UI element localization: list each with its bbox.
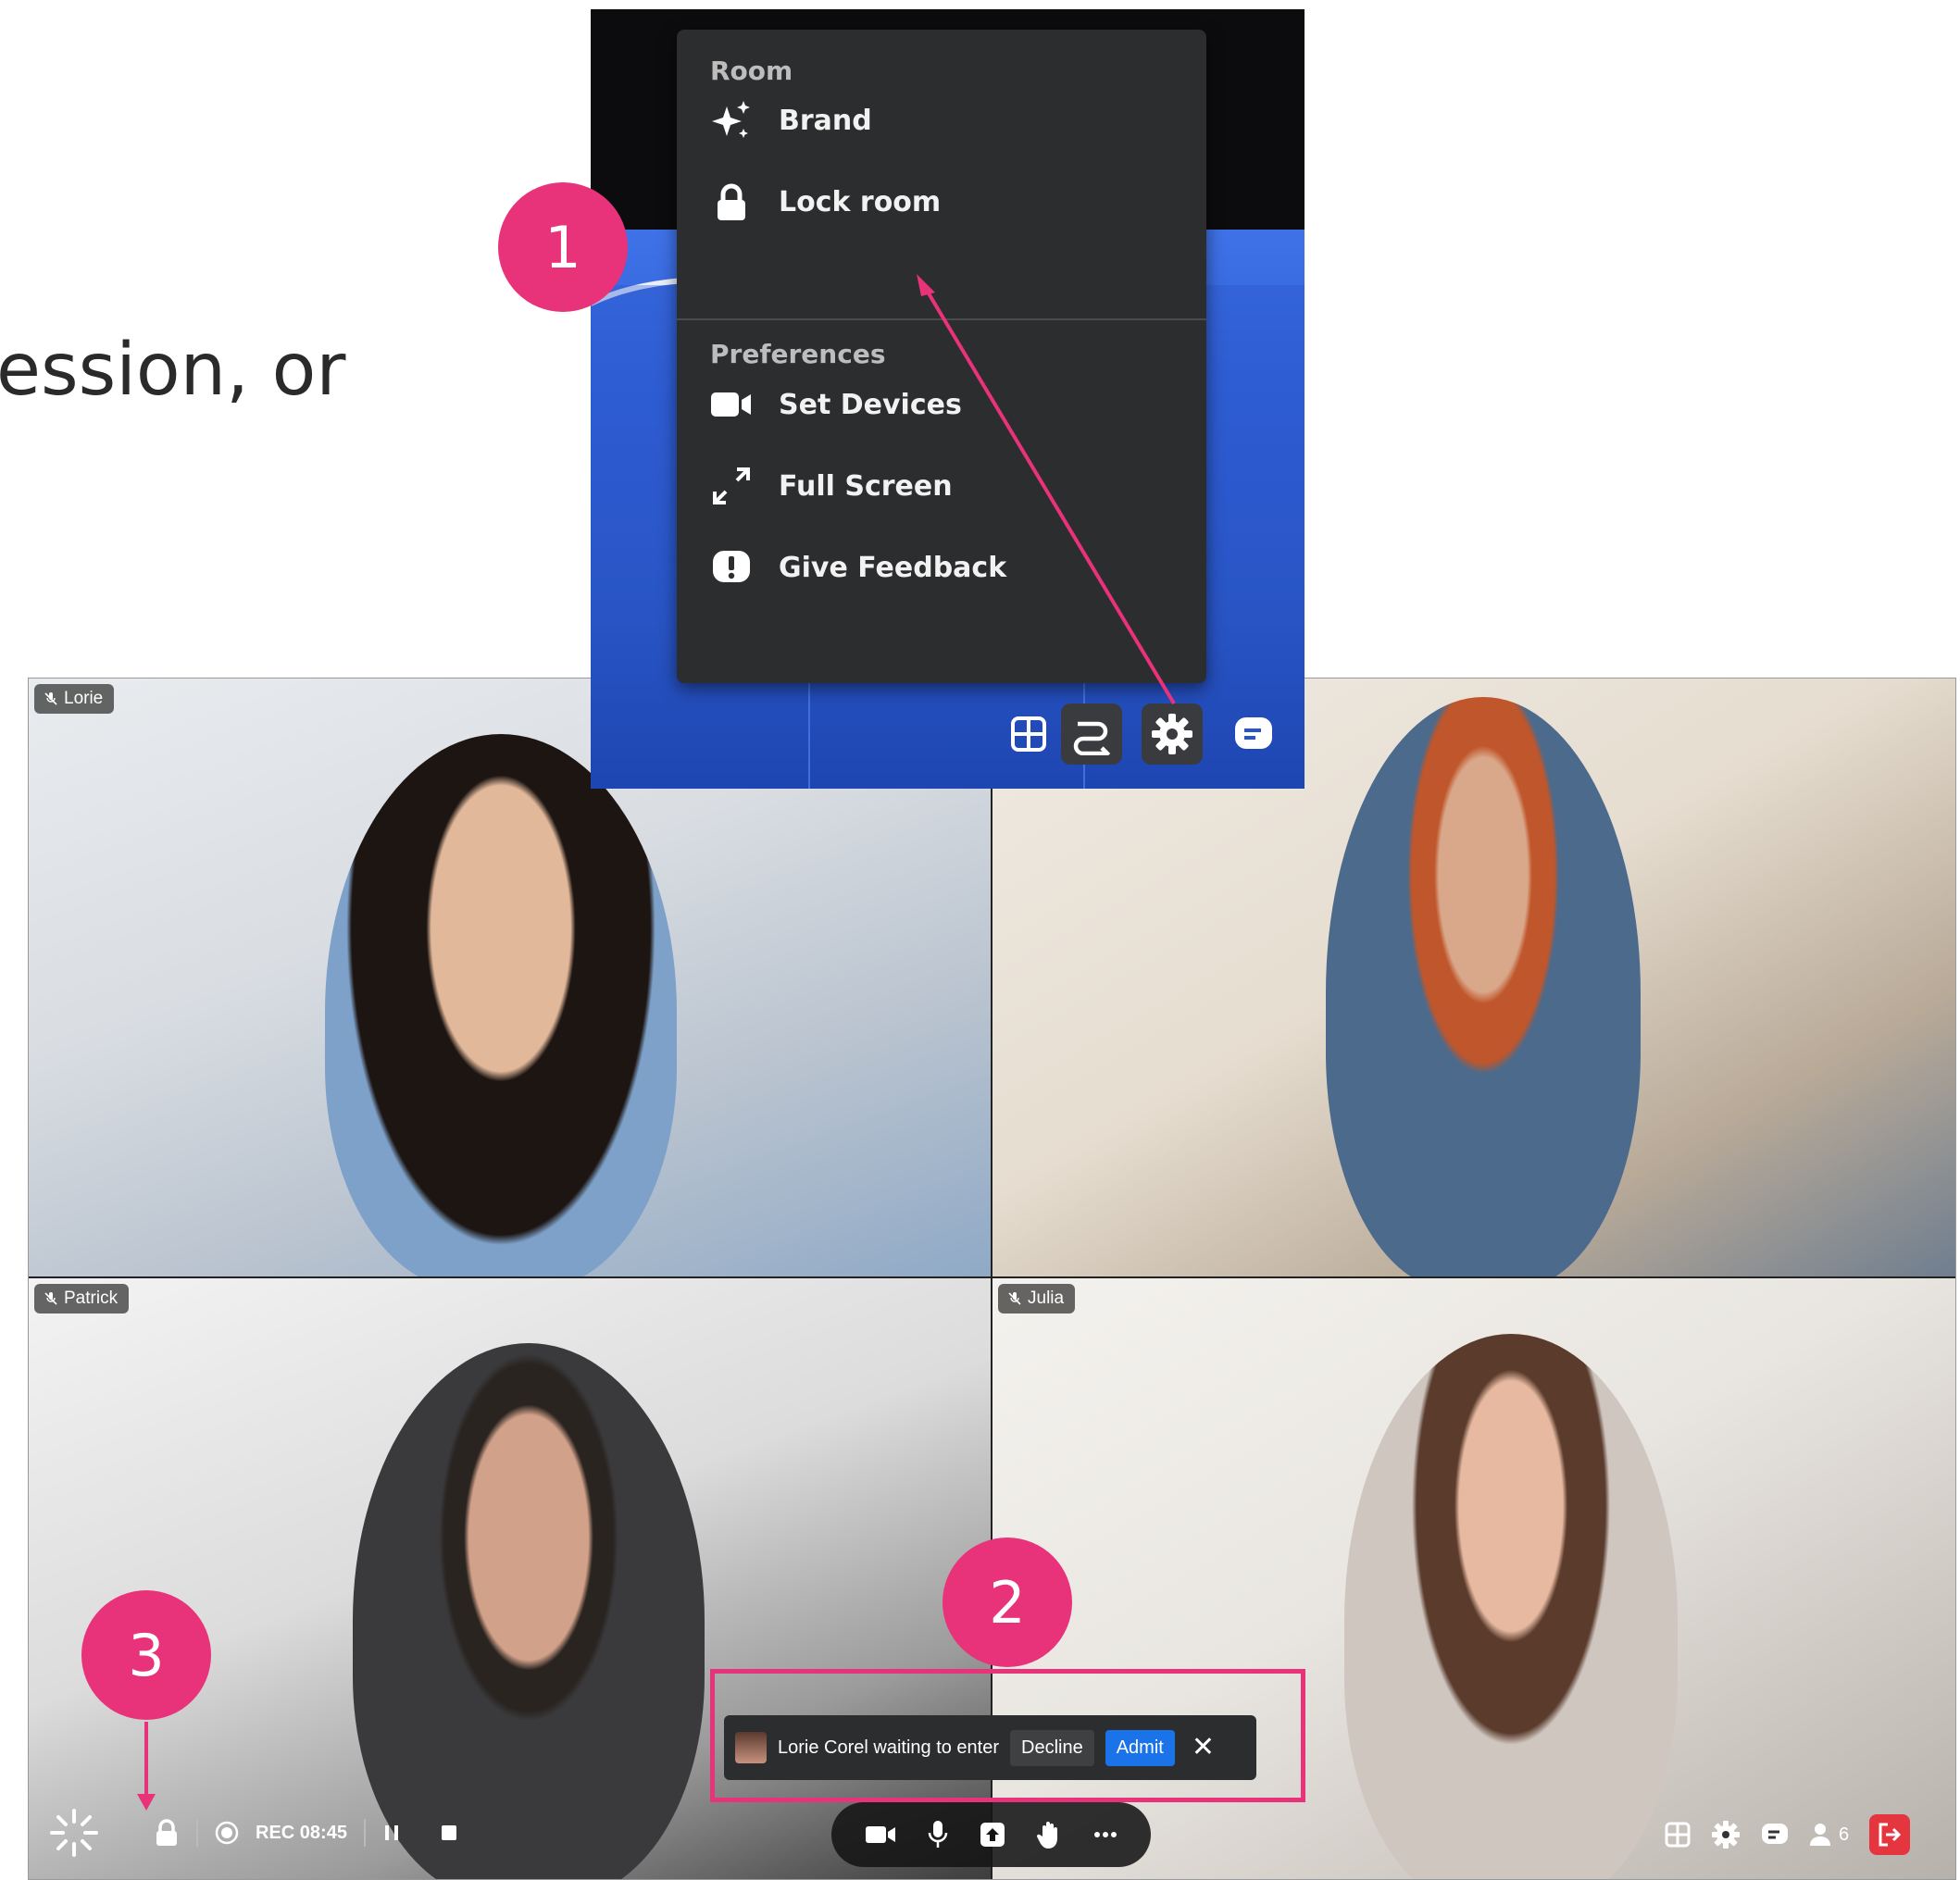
annotation-badge-1: 1 bbox=[498, 182, 628, 312]
annotation-badge-2: 2 bbox=[943, 1538, 1072, 1667]
annotation-badge-3: 3 bbox=[81, 1590, 211, 1720]
